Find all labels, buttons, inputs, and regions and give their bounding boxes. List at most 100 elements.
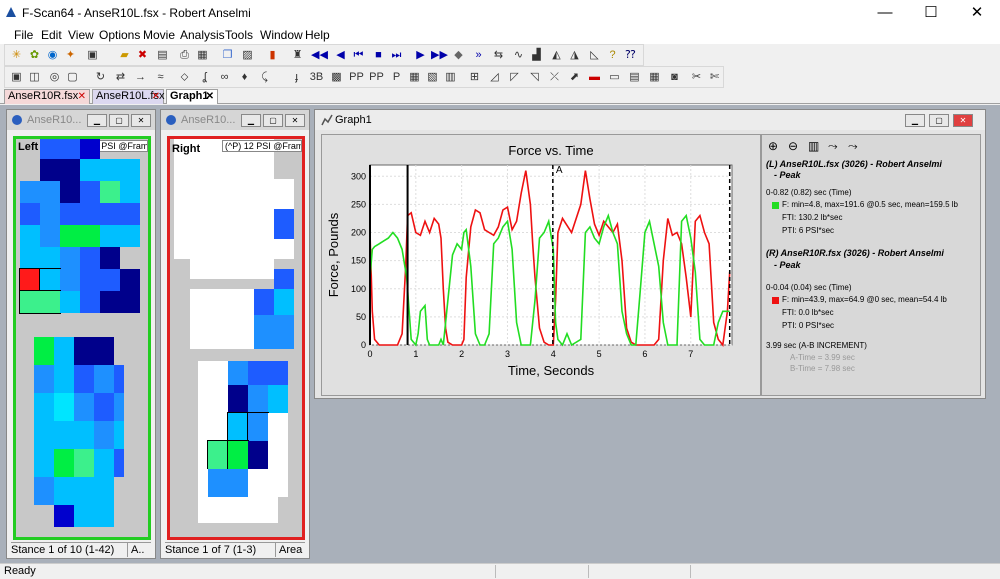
ppr-icon[interactable]: PP <box>369 70 384 85</box>
settings-icon[interactable]: ✦ <box>63 48 78 63</box>
minimize-icon[interactable]: ▁ <box>905 114 925 127</box>
print-icon[interactable]: ⎙ <box>177 48 192 63</box>
graph-edit-icon[interactable]: ◸ <box>507 70 522 85</box>
open-folder-icon[interactable]: ▰ <box>117 48 132 63</box>
left-foot-titlebar[interactable]: AnseR10... ▁ ▢ ✕ <box>7 110 155 130</box>
last-frame-icon[interactable]: ⏭ <box>389 48 404 63</box>
tab-graph1[interactable]: Graph1 ✕ <box>166 89 218 104</box>
graph-window[interactable]: Graph1 ▁ ▢ ✕ 0 1 2 3 4 5 6 7 0 50 100 150 200 250 300 F… <box>314 109 986 399</box>
display-icon[interactable]: ▣ <box>9 70 24 85</box>
restore-icon[interactable]: ▢ <box>929 114 949 127</box>
snapshot-icon[interactable]: ▣ <box>85 48 100 63</box>
preview-icon[interactable]: ▦ <box>195 48 210 63</box>
camera-icon[interactable]: ◙ <box>667 70 682 85</box>
a-marker-icon[interactable]: ⤳ <box>828 139 838 154</box>
right-foot-titlebar[interactable]: AnseR10... ▁ ▢ ✕ <box>161 110 309 130</box>
tab-close-icon[interactable]: ✕ <box>206 90 214 103</box>
menu-tools[interactable]: Tools <box>225 28 253 42</box>
menu-edit[interactable]: Edit <box>41 28 62 42</box>
graph-small-icon[interactable]: ◿ <box>487 70 502 85</box>
force-vs-time-chart[interactable]: 0 1 2 3 4 5 6 7 0 50 100 150 200 250 300 Force vs. Time… <box>322 135 762 397</box>
bars-icon[interactable]: ▥ <box>808 139 819 153</box>
speed-icon[interactable]: » <box>471 48 486 63</box>
graph-titlebar[interactable]: Graph1 ▁ ▢ ✕ <box>315 110 985 130</box>
zoom-in-icon[interactable]: ⊕ <box>768 139 778 153</box>
restore-icon[interactable]: ▢ <box>109 114 129 127</box>
filter-icon[interactable]: ⇆ <box>491 48 506 63</box>
tab-anser10l[interactable]: AnseR10L.fsx ✕ <box>92 89 164 104</box>
window-split-icon[interactable]: ▭ <box>607 70 622 85</box>
table-icon[interactable]: ▦ <box>407 70 422 85</box>
new-icon[interactable]: ✳ <box>9 48 24 63</box>
help-icon[interactable]: ? <box>605 48 620 63</box>
arrow-right-icon[interactable]: → <box>133 70 148 85</box>
context-help-icon[interactable]: ⁇ <box>623 48 638 63</box>
stop-icon[interactable]: ■ <box>371 48 386 63</box>
play-icon[interactable]: ▶ <box>413 48 428 63</box>
window-horizontal-icon[interactable]: ▤ <box>627 70 642 85</box>
target-icon[interactable]: ◎ <box>47 70 62 85</box>
gait-icon[interactable]: ⬦ <box>177 70 192 85</box>
grid-small-icon[interactable]: ⊞ <box>467 70 482 85</box>
close-file-icon[interactable]: ✖ <box>135 48 150 63</box>
menu-file[interactable]: File <box>14 28 33 42</box>
tab-close-icon[interactable]: ✕ <box>152 90 160 103</box>
columns-icon[interactable]: ▥ <box>443 70 458 85</box>
graph-trend-icon[interactable]: ◹ <box>527 70 542 85</box>
b-marker-icon[interactable]: ⤳ <box>848 139 858 154</box>
cross-icon[interactable]: ⤫ <box>547 70 562 85</box>
maximize-button[interactable]: ☐ <box>908 0 954 25</box>
foot-icon[interactable]: ʆ <box>197 70 212 85</box>
refresh-icon[interactable]: ↻ <box>93 70 108 85</box>
zoom-out-icon[interactable]: ⊖ <box>788 139 798 153</box>
tab-close-icon[interactable]: ✕ <box>78 90 86 103</box>
tab-anser10r[interactable]: AnseR10R.fsx ✕ <box>4 89 90 104</box>
color-legend-icon[interactable]: ▮ <box>265 48 280 63</box>
close-icon[interactable]: ✕ <box>285 114 305 127</box>
pr-icon[interactable]: P <box>389 70 404 85</box>
scissors-icon[interactable]: ✄ <box>707 70 722 85</box>
close-icon[interactable]: ✕ <box>131 114 151 127</box>
menu-options[interactable]: Options <box>99 28 140 42</box>
photo-icon[interactable]: ▧ <box>425 70 440 85</box>
record-icon[interactable]: ◉ <box>45 48 60 63</box>
average-icon[interactable]: ≈ <box>153 70 168 85</box>
layers-icon[interactable]: ▟ <box>529 48 544 63</box>
right-foot-window[interactable]: AnseR10... ▁ ▢ ✕ Right (^P) 12 PSI @Fram… <box>160 109 310 559</box>
left-foot-window[interactable]: AnseR10... ▁ ▢ ✕ Left (^P) 135 PSI @Fram… <box>6 109 156 559</box>
swap-icon[interactable]: ⇄ <box>113 70 128 85</box>
close-icon[interactable]: ✕ <box>953 114 973 127</box>
left-pressure-map[interactable]: Left (^P) 135 PSI @Frame 40 <box>13 136 151 540</box>
force-icon[interactable]: ⤹ <box>257 70 272 85</box>
cof-icon[interactable]: ɟ <box>289 70 304 85</box>
minimize-icon[interactable]: ▁ <box>241 114 261 127</box>
close-button[interactable]: ✕ <box>954 0 1000 25</box>
restore-icon[interactable]: ▢ <box>263 114 283 127</box>
menu-window[interactable]: Window <box>260 28 303 42</box>
calibrate-icon[interactable]: ♜ <box>290 48 305 63</box>
menu-help[interactable]: Help <box>305 28 330 42</box>
grid-icon[interactable]: ▩ <box>329 70 344 85</box>
cut-icon[interactable]: ✂ <box>689 70 704 85</box>
minimize-button[interactable]: — <box>862 0 908 25</box>
save-icon[interactable]: ▤ <box>155 48 170 63</box>
rewind-icon[interactable]: ◀◀ <box>311 48 328 63</box>
truck-icon[interactable]: ▬ <box>587 70 602 85</box>
fast-forward-icon[interactable]: ▶▶ <box>431 48 448 63</box>
trend-icon[interactable]: ⬈ <box>567 70 582 85</box>
minimize-icon[interactable]: ▁ <box>87 114 107 127</box>
menu-movie[interactable]: Movie <box>143 28 175 42</box>
view-2d-icon[interactable]: ◮ <box>567 48 582 63</box>
menu-view[interactable]: View <box>68 28 94 42</box>
graph-icon[interactable]: ◺ <box>587 48 602 63</box>
link-icon[interactable]: ∞ <box>217 70 232 85</box>
export-icon[interactable]: ▨ <box>240 48 255 63</box>
sensor-icon[interactable]: ✿ <box>27 48 42 63</box>
pp-icon[interactable]: PP <box>349 70 364 85</box>
loop-icon[interactable]: ◆ <box>451 48 466 63</box>
window-tile-icon[interactable]: ▦ <box>647 70 662 85</box>
right-pressure-map[interactable]: Right (^P) 12 PSI @Frame 1 <box>167 136 305 540</box>
menu-analysis[interactable]: Analysis <box>180 28 225 42</box>
contour-icon[interactable]: ◫ <box>27 70 42 85</box>
first-frame-icon[interactable]: ⏮ <box>351 48 366 63</box>
